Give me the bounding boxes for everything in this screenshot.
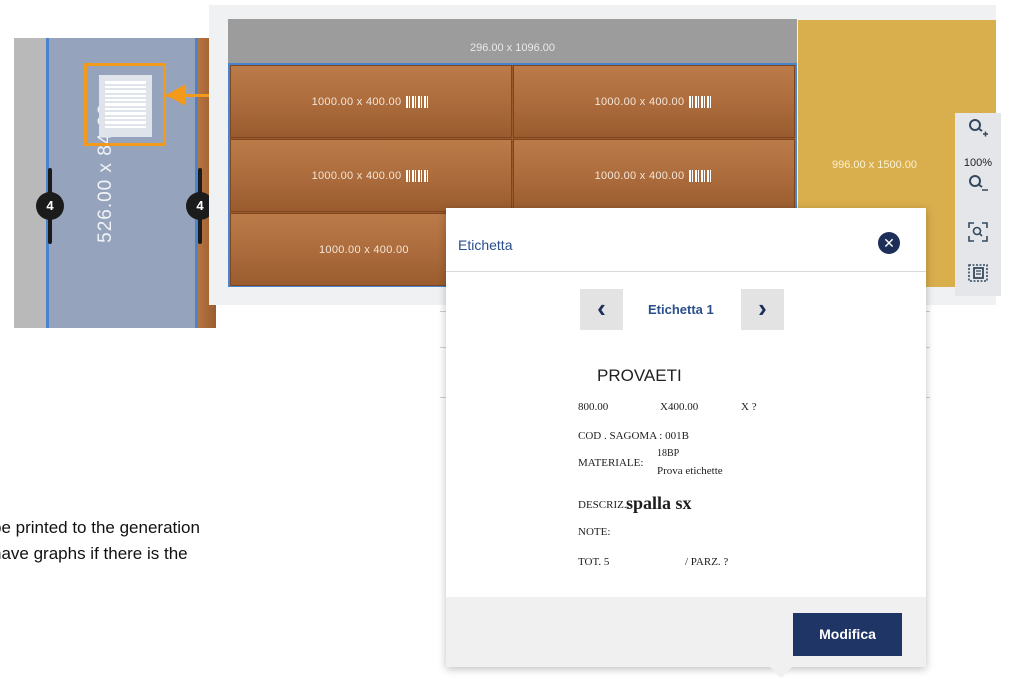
piece-dimension: 1000.00 x 400.00: [319, 243, 409, 256]
current-label-name: Etichetta 1: [648, 302, 714, 317]
barcode-icon: [406, 169, 431, 182]
label-dim-b: X400.00: [660, 401, 699, 413]
header-strip[interactable]: 296.00 x 1096.00: [228, 19, 797, 63]
label-materiale-desc: Prova etichette: [657, 465, 723, 477]
piece-dimension: 1000.00 x 400.00: [311, 169, 402, 182]
zoom-toolbar: 100%: [955, 113, 1001, 296]
close-button[interactable]: ✕: [878, 232, 900, 254]
label-dialog: Etichetta ✕ ‹ Etichetta 1 › PROVAETI 800…: [446, 208, 926, 678]
piece-tile[interactable]: 1000.00 x 400.00: [513, 139, 795, 212]
zoom-in-button[interactable]: [959, 117, 997, 145]
fit-selection-icon: [968, 264, 988, 282]
modifica-button[interactable]: Modifica: [793, 613, 902, 656]
zoom-in-icon: [969, 119, 988, 137]
label-total: TOT. 5: [578, 556, 610, 568]
piece-tile[interactable]: 1000.00 x 400.00: [513, 65, 795, 138]
fit-selection-button[interactable]: [959, 263, 997, 291]
piece-dimension: 1000.00 x 400.00: [311, 95, 402, 108]
handle-count-badge: 4: [36, 192, 64, 220]
barcode-icon: [99, 75, 152, 137]
yellow-panel-dimension: 996.00 x 1500.00: [832, 159, 918, 171]
label-materiale-code: 18BP: [657, 448, 680, 459]
zoom-level: 100%: [963, 157, 993, 169]
barcode-icon: [689, 169, 714, 182]
dialog-title: Etichetta: [458, 237, 513, 253]
piece-tile[interactable]: 1000.00 x 400.00: [230, 139, 512, 212]
dialog-footer: Modifica: [446, 597, 926, 667]
label-descriz-value: spalla sx: [626, 493, 692, 513]
label-materiale-key: MATERIALE:: [578, 457, 644, 469]
zoom-inset: 526.00 x 84.00 4 4: [14, 38, 216, 328]
label-cod-sagoma: COD . SAGOMA : 001B: [578, 430, 689, 442]
fit-screen-icon: [968, 222, 988, 242]
document-text-line: have graphs if there is the: [0, 544, 188, 563]
label-descriz-key: DESCRIZ.:: [578, 499, 630, 511]
label-dim-a: 800.00: [578, 401, 609, 413]
fit-to-screen-button[interactable]: [959, 222, 997, 250]
piece-dimension: 1000.00 x 400.00: [594, 169, 685, 182]
zoom-out-icon: [969, 175, 988, 191]
barcode-highlight: [84, 63, 166, 146]
label-partial: / PARZ. ?: [685, 556, 729, 568]
piece-tile[interactable]: 1000.00 x 400.00: [230, 65, 512, 138]
next-label-button[interactable]: ›: [741, 289, 784, 330]
label-heading: PROVAETI: [597, 366, 682, 385]
document-text-line: be printed to the generation: [0, 518, 200, 537]
dialog-pointer: [770, 667, 792, 678]
chevron-left-icon: ‹: [597, 293, 606, 323]
chevron-right-icon: ›: [758, 293, 767, 323]
barcode-icon: [689, 95, 714, 108]
piece-dimension: 1000.00 x 400.00: [594, 95, 685, 108]
callout-arrow-head: [166, 84, 186, 106]
barcode-icon: [406, 95, 431, 108]
label-note: NOTE:: [578, 526, 611, 538]
zoom-out-button[interactable]: [959, 173, 997, 201]
label-quantity: X ?: [741, 401, 757, 413]
left-resize-handle[interactable]: 4: [36, 168, 64, 244]
previous-label-button[interactable]: ‹: [580, 289, 623, 330]
dialog-divider: [446, 271, 926, 272]
close-icon: ✕: [883, 235, 895, 251]
